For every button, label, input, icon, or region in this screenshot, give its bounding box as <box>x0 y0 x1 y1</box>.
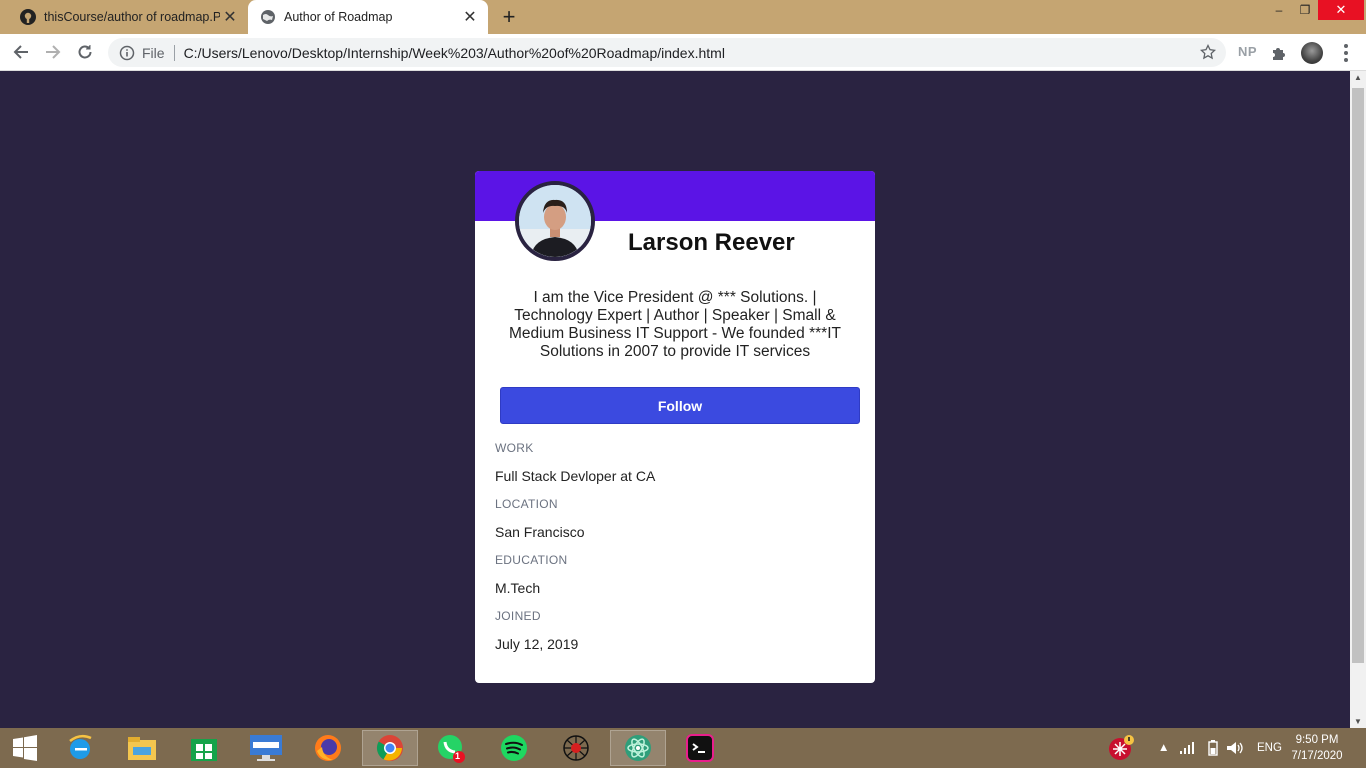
profile-bio: I am the Vice President @ *** Solutions.… <box>509 289 841 360</box>
location-label: LOCATION <box>495 497 558 511</box>
follow-button[interactable]: Follow <box>500 387 860 424</box>
scroll-down-arrow-icon[interactable]: ▼ <box>1354 717 1362 726</box>
education-value: M.Tech <box>495 580 541 596</box>
back-arrow-icon[interactable] <box>8 39 34 65</box>
spotify-icon[interactable] <box>486 730 542 766</box>
extensions-puzzle-icon[interactable] <box>1270 44 1288 62</box>
menu-dots-icon[interactable] <box>1336 42 1356 64</box>
windows-start-icon[interactable] <box>0 730 50 766</box>
joined-label: JOINED <box>495 609 541 623</box>
tab-close-icon[interactable]: ✕ <box>460 7 480 27</box>
browser-toolbar: File C:/Users/Lenovo/Desktop/Internship/… <box>0 34 1366 71</box>
new-tab-button[interactable]: + <box>496 4 522 30</box>
info-icon[interactable] <box>119 45 135 61</box>
security-alert-icon[interactable] <box>1096 730 1146 766</box>
close-window-button[interactable]: ✕ <box>1318 0 1364 20</box>
terminal-icon[interactable] <box>672 730 728 766</box>
scroll-up-arrow-icon[interactable]: ▲ <box>1354 73 1362 82</box>
windows-taskbar: 1 ▲ ENG 9:50 PM 7/17/2020 <box>0 728 1366 768</box>
clock-time: 9:50 PM <box>1295 734 1339 746</box>
clock-date: 7/17/2020 <box>1291 750 1343 762</box>
tab-github[interactable]: thisCourse/author of roadmap.PI ✕ <box>8 0 248 34</box>
tab-author-of-roadmap[interactable]: Author of Roadmap ✕ <box>248 0 488 34</box>
tab-title: Author of Roadmap <box>284 10 393 24</box>
globe-icon <box>260 9 276 25</box>
firefox-icon[interactable] <box>300 730 356 766</box>
tab-strip: thisCourse/author of roadmap.PI ✕ Author… <box>0 0 1366 34</box>
minimize-button[interactable]: – <box>1266 0 1292 20</box>
profile-name: Larson Reever <box>628 229 795 256</box>
whatsapp-icon[interactable]: 1 <box>424 730 480 766</box>
profile-extension-np[interactable]: NP <box>1238 44 1257 59</box>
whatsapp-badge: 1 <box>455 751 461 761</box>
page-viewport: Larson Reever I am the Vice President @ … <box>0 71 1350 728</box>
network-signal-icon[interactable] <box>1180 728 1196 768</box>
battery-icon[interactable] <box>1208 728 1218 768</box>
store-icon[interactable] <box>176 730 232 766</box>
reload-icon[interactable] <box>72 39 98 65</box>
bookmark-star-icon[interactable] <box>1199 43 1217 60</box>
address-separator <box>173 44 175 61</box>
show-hidden-icons-icon[interactable]: ▲ <box>1158 728 1169 768</box>
language-indicator[interactable]: ENG <box>1257 728 1282 768</box>
url-scheme: File <box>142 44 165 61</box>
work-value: Full Stack Devloper at CA <box>495 468 656 484</box>
forward-arrow-icon[interactable] <box>40 39 66 65</box>
github-icon <box>20 9 36 25</box>
lenovo-icon[interactable] <box>238 730 294 766</box>
file-explorer-icon[interactable] <box>114 730 170 766</box>
tab-close-icon[interactable]: ✕ <box>220 7 240 27</box>
volume-icon[interactable] <box>1226 728 1244 768</box>
joined-value: July 12, 2019 <box>495 636 579 652</box>
internet-explorer-icon[interactable] <box>52 730 108 766</box>
restore-button[interactable]: ❐ <box>1292 0 1318 20</box>
tab-title: thisCourse/author of roadmap.PI <box>44 10 220 24</box>
scrollbar-thumb[interactable] <box>1352 88 1364 663</box>
system-clock[interactable]: 9:50 PM 7/17/2020 <box>1280 732 1354 764</box>
profile-avatar[interactable] <box>1301 42 1323 64</box>
education-label: EDUCATION <box>495 553 568 567</box>
location-value: San Francisco <box>495 524 585 540</box>
avatar <box>515 181 595 261</box>
work-label: WORK <box>495 441 534 455</box>
vertical-scrollbar[interactable]: ▲ ▼ <box>1350 71 1366 728</box>
chrome-icon[interactable] <box>362 730 418 766</box>
web-icon[interactable] <box>548 730 604 766</box>
address-bar[interactable]: File C:/Users/Lenovo/Desktop/Internship/… <box>108 38 1226 67</box>
url-text[interactable]: C:/Users/Lenovo/Desktop/Internship/Week%… <box>184 45 725 61</box>
profile-card: Larson Reever I am the Vice President @ … <box>475 171 875 683</box>
atom-icon[interactable] <box>610 730 666 766</box>
